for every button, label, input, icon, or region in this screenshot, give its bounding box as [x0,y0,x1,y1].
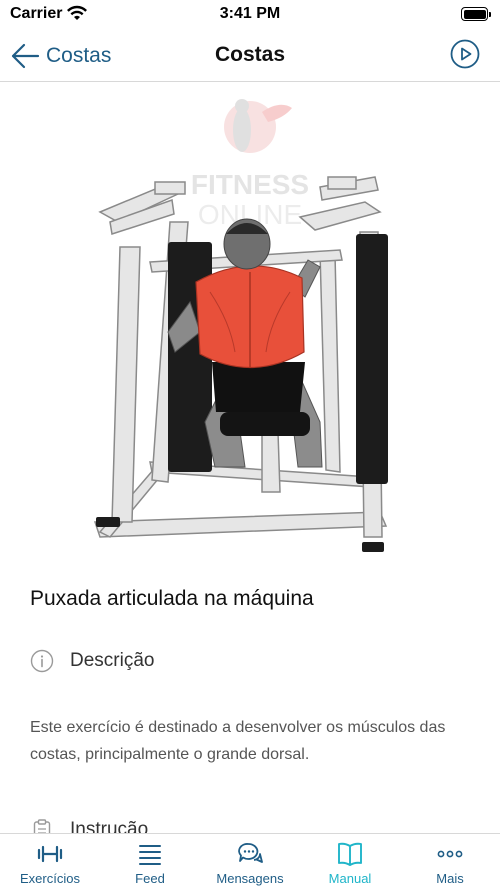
tab-label-manual: Manual [328,871,372,886]
tab-mais[interactable]: Mais [400,834,500,889]
tab-label-exercicios: Exercícios [20,871,80,886]
navigation-bar: Costas Costas [0,30,500,82]
book-icon [338,842,362,866]
tab-label-mais: Mais [436,871,464,886]
page-title: Costas [214,43,286,66]
right-handle-assembly [298,176,382,231]
tab-manual[interactable]: Manual [300,834,400,889]
chat-bubbles-icon [238,843,263,863]
description-label: Descrição [70,650,155,671]
description-text: Este exercício é destinado a desenvolver… [30,719,446,763]
watermark-line-1: FITNESS [191,169,309,200]
machine-illustration: FITNESS ONLINE [93,99,388,552]
exercise-title: Puxada articulada na máquina [30,587,314,610]
status-bar: Carrier 3:41 PM [0,0,500,30]
tab-feed[interactable]: Feed [100,834,200,889]
more-dots-icon [437,850,463,858]
exercise-illustration: FITNESS ONLINE [0,82,500,572]
feed-lines-icon [139,845,161,865]
tab-label-feed: Feed [135,871,165,886]
description-section-header[interactable]: Descrição [30,649,154,673]
info-icon [30,649,54,673]
tab-bar: Exercícios Feed Mensagens Manual Mais [0,833,500,889]
tab-exercicios[interactable]: Exercícios [0,834,100,889]
tab-label-mensagens: Mensagens [216,871,284,886]
dumbbell-icon [37,845,63,863]
tab-mensagens[interactable]: Mensagens [200,834,300,889]
fitness-online-watermark: FITNESS ONLINE [191,99,309,230]
battery-icon [461,7,491,21]
status-time: 3:41 PM [219,5,281,22]
play-video-button[interactable] [450,39,480,69]
